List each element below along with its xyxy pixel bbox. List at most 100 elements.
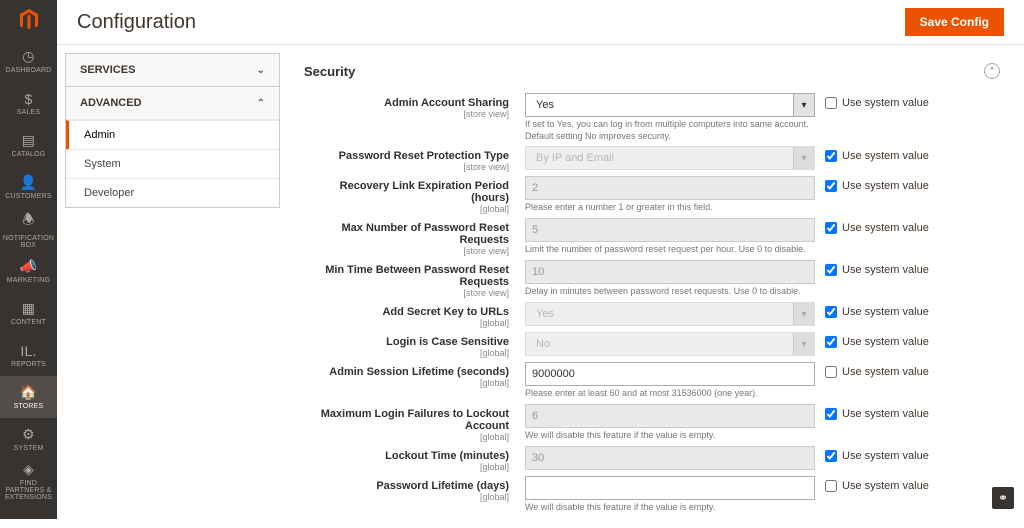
use-system-value[interactable]: Use system value bbox=[815, 446, 1004, 462]
field-note: We will disable this feature if the valu… bbox=[525, 502, 815, 514]
field-row: Admin Account Sharing[store view]YesIf s… bbox=[300, 93, 1004, 142]
field-row: Maximum Login Failures to Lockout Accoun… bbox=[300, 404, 1004, 442]
field-row: Login is Case Sensitive[global]NoUse sys… bbox=[300, 332, 1004, 358]
field-label: Add Secret Key to URLs[global] bbox=[300, 302, 525, 328]
use-system-value[interactable]: Use system value bbox=[815, 362, 1004, 378]
field-row: Lockout Time (minutes)[global]Use system… bbox=[300, 446, 1004, 472]
use-system-value[interactable]: Use system value bbox=[815, 332, 1004, 348]
use-system-label: Use system value bbox=[842, 336, 929, 348]
field-input[interactable] bbox=[525, 362, 815, 386]
use-system-value[interactable]: Use system value bbox=[815, 260, 1004, 276]
field-control: Please enter a number 1 or greater in th… bbox=[525, 176, 815, 214]
tab-section-advanced[interactable]: ADVANCED ⌃ bbox=[66, 87, 279, 119]
nav-item-notification-box[interactable]: 🕭NOTIFICATION BOX bbox=[0, 208, 57, 250]
collapse-icon[interactable]: ⌃ bbox=[984, 63, 1000, 79]
field-scope: [global] bbox=[300, 492, 509, 502]
field-control: No bbox=[525, 332, 815, 356]
nav-item-customers[interactable]: 👤CUSTOMERS bbox=[0, 166, 57, 208]
field-control: Please enter at least 60 and at most 315… bbox=[525, 362, 815, 400]
use-system-checkbox[interactable] bbox=[825, 306, 837, 318]
nav-item-marketing[interactable]: 📣MARKETING bbox=[0, 250, 57, 292]
field-row: Add Secret Key to URLs[global]Yes Use sys… bbox=[300, 302, 1004, 328]
use-system-checkbox[interactable] bbox=[825, 180, 837, 192]
field-note: If set to Yes, you can log in from multi… bbox=[525, 119, 815, 142]
tab-section-services[interactable]: SERVICES ⌄ bbox=[66, 54, 279, 86]
use-system-checkbox[interactable] bbox=[825, 264, 837, 276]
nav-item-system[interactable]: ⚙SYSTEM bbox=[0, 418, 57, 460]
use-system-checkbox[interactable] bbox=[825, 150, 837, 162]
use-system-value[interactable]: Use system value bbox=[815, 93, 1004, 109]
nav-icon: ▦ bbox=[22, 300, 35, 317]
field-control: We will disable this feature if the valu… bbox=[525, 404, 815, 442]
use-system-label: Use system value bbox=[842, 480, 929, 492]
field-row: Max Number of Password Reset Requests[st… bbox=[300, 218, 1004, 256]
nav-item-sales[interactable]: $SALES bbox=[0, 82, 57, 124]
field-input bbox=[525, 176, 815, 200]
field-label: Admin Account Sharing[store view] bbox=[300, 93, 525, 119]
field-row: Min Time Between Password Reset Requests… bbox=[300, 260, 1004, 298]
use-system-value[interactable]: Use system value bbox=[815, 146, 1004, 162]
nav-label: CATALOG bbox=[12, 151, 46, 158]
nav-item-content[interactable]: ▦CONTENT bbox=[0, 292, 57, 334]
field-row: Password Lifetime (days)[global]We will … bbox=[300, 476, 1004, 514]
field-input[interactable] bbox=[525, 476, 815, 500]
nav-label: REPORTS bbox=[11, 361, 46, 368]
field-note: Delay in minutes between password reset … bbox=[525, 286, 815, 298]
nav-item-reports[interactable]: ıl. REPORTS bbox=[0, 334, 57, 376]
save-config-button[interactable]: Save Config bbox=[905, 8, 1004, 36]
tab-section-label: SERVICES bbox=[80, 64, 135, 76]
use-system-checkbox[interactable] bbox=[825, 222, 837, 234]
use-system-checkbox[interactable] bbox=[825, 408, 837, 420]
field-label: Recovery Link Expiration Period (hours)[… bbox=[300, 176, 525, 214]
field-note: Please enter a number 1 or greater in th… bbox=[525, 202, 815, 214]
page-title: Configuration bbox=[77, 11, 196, 34]
use-system-value[interactable]: Use system value bbox=[815, 476, 1004, 492]
page-header: Configuration Save Config bbox=[57, 0, 1024, 45]
use-system-checkbox[interactable] bbox=[825, 336, 837, 348]
pagebuilder-toggle[interactable]: ⚭ bbox=[992, 487, 1014, 509]
use-system-label: Use system value bbox=[842, 306, 929, 318]
nav-item-dashboard[interactable]: ◷DASHBOARD bbox=[0, 40, 57, 82]
use-system-label: Use system value bbox=[842, 180, 929, 192]
use-system-value[interactable]: Use system value bbox=[815, 404, 1004, 420]
field-row: Admin Session Lifetime (seconds)[global]… bbox=[300, 362, 1004, 400]
use-system-checkbox[interactable] bbox=[825, 366, 837, 378]
nav-item-find-partners-extensions[interactable]: ◈FIND PARTNERS & EXTENSIONS bbox=[0, 460, 57, 502]
field-label: Password Reset Protection Type[store vie… bbox=[300, 146, 525, 172]
nav-label: STORES bbox=[14, 403, 44, 410]
field-scope: [global] bbox=[300, 204, 509, 214]
field-input bbox=[525, 218, 815, 242]
config-tabs: SERVICES ⌄ ADVANCED ⌃ AdminSystemDevelop… bbox=[57, 45, 280, 528]
config-tab-developer[interactable]: Developer bbox=[66, 178, 279, 207]
config-tab-system[interactable]: System bbox=[66, 149, 279, 178]
use-system-value[interactable]: Use system value bbox=[815, 218, 1004, 234]
tab-items: AdminSystemDeveloper bbox=[66, 119, 279, 207]
use-system-value[interactable]: Use system value bbox=[815, 302, 1004, 318]
field-select: Yes bbox=[525, 302, 815, 326]
field-scope: [store view] bbox=[300, 109, 509, 119]
nav-icon: ıl. bbox=[20, 343, 36, 359]
magento-logo[interactable] bbox=[0, 0, 57, 40]
use-system-checkbox[interactable] bbox=[825, 480, 837, 492]
field-control: We will disable this feature if the valu… bbox=[525, 476, 815, 514]
field-control: Delay in minutes between password reset … bbox=[525, 260, 815, 298]
field-select: By IP and Email bbox=[525, 146, 815, 170]
use-system-label: Use system value bbox=[842, 150, 929, 162]
field-select[interactable]: Yes bbox=[525, 93, 815, 117]
config-tab-admin[interactable]: Admin bbox=[66, 120, 279, 149]
chevron-up-icon: ⌃ bbox=[257, 98, 265, 109]
field-control: Yes bbox=[525, 302, 815, 326]
config-form: Security ⌃ Admin Account Sharing[store v… bbox=[280, 45, 1024, 528]
nav-icon: ◈ bbox=[23, 461, 34, 478]
use-system-checkbox[interactable] bbox=[825, 97, 837, 109]
use-system-value[interactable]: Use system value bbox=[815, 176, 1004, 192]
nav-item-stores[interactable]: 🏠STORES bbox=[0, 376, 57, 418]
section-header[interactable]: Security ⌃ bbox=[300, 55, 1004, 87]
field-label: Max Number of Password Reset Requests[st… bbox=[300, 218, 525, 256]
use-system-label: Use system value bbox=[842, 97, 929, 109]
field-label: Password Lifetime (days)[global] bbox=[300, 476, 525, 502]
use-system-checkbox[interactable] bbox=[825, 450, 837, 462]
nav-item-catalog[interactable]: ▤CATALOG bbox=[0, 124, 57, 166]
nav-label: MARKETING bbox=[7, 277, 50, 284]
nav-icon: ◷ bbox=[22, 48, 34, 65]
